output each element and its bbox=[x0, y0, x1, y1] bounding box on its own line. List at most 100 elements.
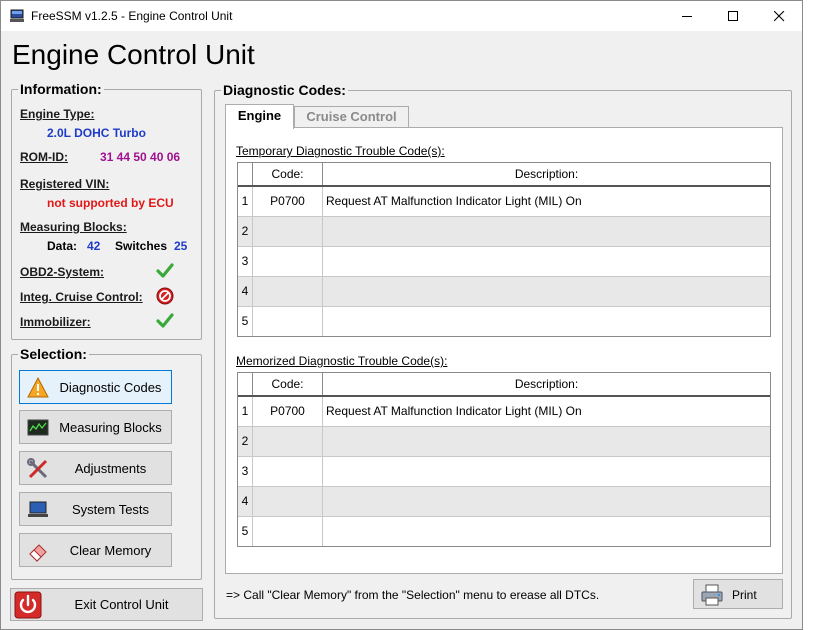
switches-count: 25 bbox=[174, 239, 188, 253]
row-number-header bbox=[238, 373, 253, 395]
table-row[interactable]: 2 bbox=[238, 427, 770, 457]
cruise-control-label: Integ. Cruise Control: bbox=[20, 290, 143, 304]
dtc-description bbox=[323, 487, 770, 516]
table-row[interactable]: 3 bbox=[238, 247, 770, 277]
close-button[interactable] bbox=[756, 1, 802, 31]
close-icon bbox=[774, 11, 785, 22]
row-number: 2 bbox=[238, 217, 253, 246]
row-number: 1 bbox=[238, 397, 253, 426]
dtc-description bbox=[323, 427, 770, 456]
tab-engine[interactable]: Engine bbox=[225, 104, 294, 129]
obd2-label: OBD2-System: bbox=[20, 265, 105, 279]
adjustments-label: Adjustments bbox=[74, 461, 147, 476]
table-row[interactable]: 4 bbox=[238, 487, 770, 517]
vin-label: Registered VIN: bbox=[20, 177, 110, 191]
information-legend: Information: bbox=[20, 81, 102, 97]
system-tests-label: System Tests bbox=[71, 502, 150, 517]
laptop-icon bbox=[28, 501, 48, 517]
table-header: Code: Description: bbox=[238, 163, 770, 187]
exit-control-unit-label: Exit Control Unit bbox=[74, 597, 169, 612]
switches-label: Switches bbox=[115, 239, 168, 253]
immobilizer-label: Immobilizer: bbox=[20, 315, 91, 329]
measuring-blocks-label: Measuring Blocks bbox=[59, 420, 162, 435]
dtc-description: Request AT Malfunction Indicator Light (… bbox=[326, 194, 582, 208]
description-column-header[interactable]: Description: bbox=[323, 373, 770, 395]
exit-control-unit-button[interactable]: Exit Control Unit bbox=[10, 588, 203, 621]
diagnostic-codes-label: Diagnostic Codes bbox=[59, 380, 162, 395]
diagnostic-codes-button[interactable]: Diagnostic Codes bbox=[19, 370, 172, 404]
system-tests-button[interactable]: System Tests bbox=[19, 492, 172, 526]
table-row[interactable]: 2 bbox=[238, 217, 770, 247]
dtc-description bbox=[323, 247, 770, 276]
temporary-dtc-table[interactable]: Code: Description: 1 P0700 Request AT Ma… bbox=[237, 162, 771, 337]
selection-legend: Selection: bbox=[20, 346, 87, 362]
code-column-header[interactable]: Code: bbox=[253, 163, 323, 185]
diagnostic-codes-legend: Diagnostic Codes: bbox=[223, 82, 346, 98]
no-entry-icon bbox=[156, 287, 174, 305]
dtc-code bbox=[253, 247, 323, 276]
minimize-button[interactable] bbox=[664, 1, 710, 31]
description-column-header[interactable]: Description: bbox=[323, 163, 770, 185]
row-number: 4 bbox=[238, 487, 253, 516]
dtc-code bbox=[253, 487, 323, 516]
table-row[interactable]: 4 bbox=[238, 277, 770, 307]
dtc-code bbox=[253, 277, 323, 306]
row-number: 1 bbox=[238, 187, 253, 216]
checkmark-icon bbox=[156, 313, 174, 328]
title-bar[interactable]: FreeSSM v1.2.5 - Engine Control Unit bbox=[1, 1, 802, 31]
checkmark-icon bbox=[156, 263, 174, 278]
data-label: Data: bbox=[47, 239, 78, 253]
measuring-blocks-label: Measuring Blocks: bbox=[20, 220, 127, 234]
table-header: Code: Description: bbox=[238, 373, 770, 397]
eraser-icon bbox=[29, 544, 47, 562]
table-row[interactable]: 5 bbox=[238, 517, 770, 547]
clear-memory-label: Clear Memory bbox=[69, 543, 152, 558]
table-row[interactable]: 1 P0700 Request AT Malfunction Indicator… bbox=[238, 187, 770, 217]
table-row[interactable]: 5 bbox=[238, 307, 770, 337]
dtc-description bbox=[323, 517, 770, 546]
row-number: 5 bbox=[238, 517, 253, 546]
print-button[interactable]: Print bbox=[693, 579, 783, 609]
dtc-description: Request AT Malfunction Indicator Light (… bbox=[326, 404, 582, 418]
row-number: 3 bbox=[238, 247, 253, 276]
row-number: 3 bbox=[238, 457, 253, 486]
dtc-code bbox=[253, 427, 323, 456]
print-label: Print bbox=[732, 588, 757, 602]
clear-memory-hint: => Call "Clear Memory" from the "Selecti… bbox=[226, 588, 600, 602]
dtc-code bbox=[253, 307, 323, 336]
memorized-dtc-caption: Memorized Diagnostic Trouble Code(s): bbox=[236, 354, 448, 368]
rom-id-value: 31 44 50 40 06 bbox=[100, 150, 181, 164]
row-number: 4 bbox=[238, 277, 253, 306]
rom-id-label: ROM-ID: bbox=[20, 150, 68, 164]
power-icon bbox=[14, 591, 42, 619]
window-title: FreeSSM v1.2.5 - Engine Control Unit bbox=[31, 9, 233, 23]
code-column-header[interactable]: Code: bbox=[253, 373, 323, 395]
row-number: 2 bbox=[238, 427, 253, 456]
dtc-code bbox=[253, 517, 323, 546]
dtc-code: P0700 bbox=[253, 187, 323, 216]
memorized-dtc-table[interactable]: Code: Description: 1 P0700 Request AT Ma… bbox=[237, 372, 771, 547]
printer-icon bbox=[701, 584, 723, 606]
adjustments-button[interactable]: Adjustments bbox=[19, 451, 172, 485]
maximize-icon bbox=[728, 11, 738, 21]
dtc-code: P0700 bbox=[253, 397, 323, 426]
dtc-code bbox=[253, 217, 323, 246]
dtc-description bbox=[323, 307, 770, 336]
measuring-blocks-button[interactable]: Measuring Blocks bbox=[19, 410, 172, 444]
clear-memory-button[interactable]: Clear Memory bbox=[19, 533, 172, 567]
app-icon bbox=[10, 9, 24, 22]
tab-cruise-control[interactable]: Cruise Control bbox=[294, 106, 409, 127]
maximize-button[interactable] bbox=[710, 1, 756, 31]
engine-type-label: Engine Type: bbox=[20, 107, 95, 121]
table-row[interactable]: 3 bbox=[238, 457, 770, 487]
engine-type-value: 2.0L DOHC Turbo bbox=[47, 126, 146, 140]
table-row[interactable]: 1 P0700 Request AT Malfunction Indicator… bbox=[238, 397, 770, 427]
dtc-description bbox=[323, 217, 770, 246]
tools-icon bbox=[27, 458, 48, 479]
row-number: 5 bbox=[238, 307, 253, 336]
page-title: Engine Control Unit bbox=[12, 39, 255, 70]
data-count: 42 bbox=[87, 239, 101, 253]
dtc-description bbox=[323, 277, 770, 306]
dtc-code bbox=[253, 457, 323, 486]
row-number-header bbox=[238, 163, 253, 185]
